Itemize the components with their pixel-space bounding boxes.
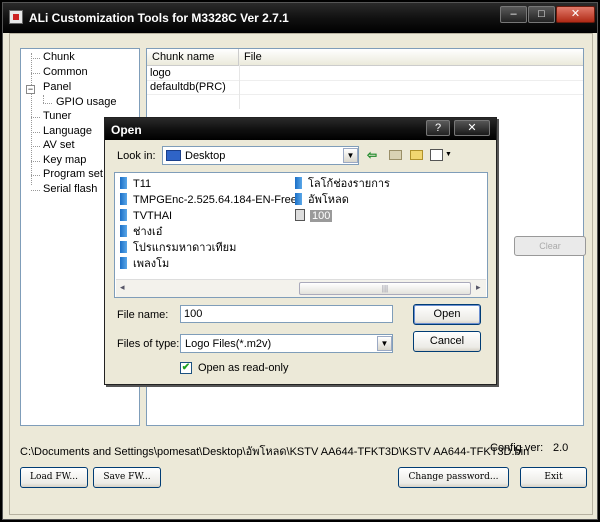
- dialog-close-button[interactable]: ✕: [454, 120, 490, 136]
- open-button[interactable]: Open: [413, 304, 481, 325]
- back-icon[interactable]: ⇦: [367, 147, 377, 163]
- list-item[interactable]: T11: [120, 177, 151, 191]
- chunk-name-cell: defaultdb(PRC): [150, 81, 226, 93]
- tree-guide-line: [31, 161, 40, 162]
- chunk-table-header: Chunk name File: [147, 49, 583, 66]
- maximize-button[interactable]: □: [528, 6, 555, 23]
- scroll-right-icon[interactable]: ▸: [476, 282, 481, 293]
- tree-item-chunk[interactable]: Chunk: [43, 51, 75, 63]
- list-item[interactable]: TVTHAI: [120, 209, 172, 223]
- tree-item-key-map[interactable]: Key map: [43, 154, 86, 166]
- config-version-label: Config ver:: [490, 442, 544, 454]
- look-in-value: Desktop: [185, 150, 226, 162]
- chevron-down-icon[interactable]: ▼: [377, 336, 392, 351]
- folder-icon: [120, 257, 127, 269]
- table-row[interactable]: defaultdb(PRC): [147, 81, 583, 95]
- look-in-label: Look in:: [117, 150, 156, 162]
- file-type-value: Logo Files(*.m2v): [185, 338, 272, 350]
- list-item-selected[interactable]: 100: [295, 209, 333, 223]
- file-type-dropdown[interactable]: Logo Files(*.m2v) ▼: [180, 334, 393, 353]
- tree-item-gpio-usage[interactable]: GPIO usage: [56, 96, 117, 108]
- tree-item-panel[interactable]: Panel: [43, 81, 71, 93]
- save-fw-button[interactable]: Save FW...: [93, 467, 161, 488]
- tree-item-av-set[interactable]: AV set: [43, 139, 75, 151]
- desktop-icon: [166, 150, 181, 161]
- config-version-value: 2.0: [553, 442, 569, 454]
- tree-item-serial-flash[interactable]: Serial flash: [43, 183, 97, 195]
- app-icon: [9, 10, 23, 24]
- tree-item-tuner[interactable]: Tuner: [43, 110, 71, 122]
- table-row[interactable]: logo: [147, 67, 583, 81]
- tree-guide-line: [31, 73, 40, 74]
- read-only-label[interactable]: Open as read-only: [198, 362, 289, 374]
- change-password-button[interactable]: Change password...: [398, 467, 509, 488]
- tree-guide-line: [31, 58, 40, 59]
- file-type-label: Files of type:: [117, 338, 180, 350]
- list-item[interactable]: ช่างเอ๋: [120, 225, 162, 239]
- tree-guide-line: [31, 146, 40, 147]
- folder-icon: [120, 193, 127, 205]
- tree-guide-line: [31, 190, 40, 191]
- chunk-name-cell: logo: [150, 67, 171, 79]
- file-list[interactable]: T11 TMPGEnc-2.525.64.184-EN-Free TVTHAI …: [114, 172, 488, 298]
- folder-icon: [295, 193, 302, 205]
- tree-guide-line: [31, 175, 40, 176]
- chevron-down-icon[interactable]: ▼: [343, 148, 358, 163]
- open-file-dialog: Open ? ✕ Look in: Desktop ▼ ⇦ ▼ T11 TMPG…: [104, 117, 497, 385]
- scrollbar-thumb[interactable]: |||: [299, 282, 471, 295]
- folder-icon: [120, 225, 127, 237]
- tree-item-language[interactable]: Language: [43, 125, 92, 137]
- folder-icon: [295, 177, 302, 189]
- folder-icon: [120, 209, 127, 221]
- firmware-path: C:\Documents and Settings\pomesat\Deskto…: [20, 446, 530, 458]
- main-titlebar[interactable]: ALi Customization Tools for M3328C Ver 2…: [3, 3, 597, 33]
- tree-collapse-icon[interactable]: −: [26, 85, 35, 94]
- clear-button[interactable]: Clear: [514, 236, 586, 256]
- tree-guide-line: [43, 103, 52, 104]
- exit-button[interactable]: Exit: [520, 467, 587, 488]
- video-file-icon: [295, 209, 305, 221]
- look-in-dropdown[interactable]: Desktop ▼: [162, 146, 359, 165]
- tree-item-common[interactable]: Common: [43, 66, 88, 78]
- column-header-file[interactable]: File: [239, 49, 583, 65]
- view-menu-icon[interactable]: [430, 149, 443, 161]
- list-item[interactable]: เพลงโม: [120, 257, 169, 271]
- close-button[interactable]: ✕: [556, 6, 595, 23]
- dialog-titlebar[interactable]: Open ? ✕: [105, 118, 496, 140]
- window-title: ALi Customization Tools for M3328C Ver 2…: [29, 11, 289, 25]
- tree-item-program-set[interactable]: Program set: [43, 168, 103, 180]
- list-item[interactable]: TMPGEnc-2.525.64.184-EN-Free: [120, 193, 297, 207]
- help-button[interactable]: ?: [426, 120, 450, 136]
- column-header-chunk-name[interactable]: Chunk name: [147, 49, 239, 65]
- file-name-label: File name:: [117, 309, 169, 321]
- dialog-title: Open: [111, 123, 142, 137]
- folder-icon: [120, 241, 127, 253]
- load-fw-button[interactable]: Load FW...: [20, 467, 88, 488]
- scroll-left-icon[interactable]: ◂: [120, 282, 125, 293]
- horizontal-scrollbar[interactable]: ◂ ||| ▸: [116, 279, 486, 297]
- new-folder-icon[interactable]: [410, 150, 423, 160]
- folder-icon: [120, 177, 127, 189]
- column-divider: [239, 65, 240, 109]
- list-item[interactable]: โปรแกรมหาดาวเทียม: [120, 241, 236, 255]
- tree-guide-line: [31, 117, 40, 118]
- file-name-input[interactable]: 100: [180, 305, 393, 323]
- tree-guide-line: [31, 132, 40, 133]
- tree-guide-line: [43, 95, 44, 103]
- view-menu-arrow-icon[interactable]: ▼: [445, 151, 452, 158]
- read-only-checkbox[interactable]: ✔: [180, 362, 192, 374]
- list-item[interactable]: โลโก้ช่องรายการ: [295, 177, 390, 191]
- cancel-button[interactable]: Cancel: [413, 331, 481, 352]
- up-folder-icon[interactable]: [389, 150, 402, 160]
- list-item[interactable]: อัพโหลด: [295, 193, 349, 207]
- minimize-button[interactable]: –: [500, 6, 527, 23]
